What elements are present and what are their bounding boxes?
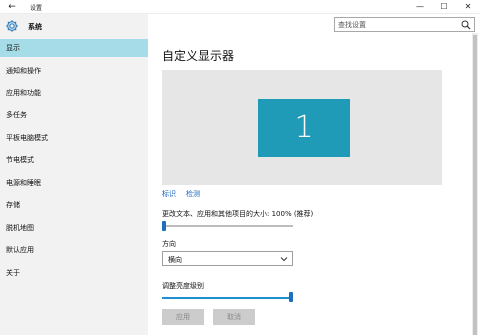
search-box[interactable] bbox=[334, 17, 475, 32]
search-input[interactable] bbox=[338, 19, 456, 30]
back-button[interactable]: ← bbox=[6, 1, 18, 13]
monitor-tile[interactable]: 1 bbox=[258, 99, 350, 157]
orientation-dropdown[interactable]: 横向 bbox=[162, 251, 293, 266]
sidebar-item-tablet-mode[interactable]: 平板电脑模式 bbox=[0, 129, 148, 147]
scale-slider-thumb[interactable] bbox=[162, 221, 166, 231]
orientation-value: 横向 bbox=[168, 256, 182, 264]
sidebar-item-power-sleep[interactable]: 电源和睡眠 bbox=[0, 174, 148, 192]
search-icon[interactable] bbox=[461, 20, 471, 30]
sidebar-item-apps[interactable]: 应用和功能 bbox=[0, 84, 148, 102]
sidebar-header: 系统 bbox=[0, 14, 148, 38]
sidebar-item-about[interactable]: 关于 bbox=[0, 264, 148, 282]
title-bar: ← 设置 — ☐ ✕ bbox=[0, 0, 480, 14]
maximize-button[interactable]: ☐ bbox=[432, 0, 456, 14]
close-button[interactable]: ✕ bbox=[456, 0, 480, 14]
brightness-slider-track[interactable] bbox=[162, 297, 289, 299]
scrollbar-thumb[interactable] bbox=[473, 35, 477, 335]
window-title: 设置 bbox=[30, 5, 43, 12]
brightness-slider-thumb[interactable] bbox=[289, 292, 293, 302]
sidebar-item-storage[interactable]: 存储 bbox=[0, 196, 148, 214]
display-preview: 1 bbox=[162, 70, 442, 185]
chevron-down-icon bbox=[280, 255, 288, 263]
apply-button[interactable]: 应用 bbox=[162, 309, 204, 325]
cancel-button[interactable]: 取消 bbox=[213, 309, 255, 325]
sidebar-item-display[interactable]: 显示 bbox=[0, 39, 148, 57]
sidebar-title: 系统 bbox=[28, 23, 42, 31]
minimize-button[interactable]: — bbox=[408, 0, 432, 14]
sidebar-item-notifications[interactable]: 通知和操作 bbox=[0, 62, 148, 80]
sidebar-item-default-apps[interactable]: 默认应用 bbox=[0, 241, 148, 259]
page-title: 自定义显示器 bbox=[162, 49, 235, 63]
scrollbar[interactable] bbox=[472, 33, 478, 335]
detect-link[interactable]: 检测 bbox=[186, 189, 200, 199]
sidebar-item-battery-saver[interactable]: 节电模式 bbox=[0, 151, 148, 169]
sidebar-item-offline-maps[interactable]: 脱机地图 bbox=[0, 219, 148, 237]
gear-icon bbox=[5, 19, 19, 33]
orientation-label: 方向 bbox=[162, 240, 176, 248]
brightness-label: 调整亮度级别 bbox=[162, 282, 204, 290]
identify-link[interactable]: 标识 bbox=[162, 189, 176, 199]
scale-slider-track[interactable] bbox=[162, 225, 293, 227]
sidebar-item-multitasking[interactable]: 多任务 bbox=[0, 106, 148, 124]
sidebar: 系统 显示 通知和操作 应用和功能 多任务 平板电脑模式 节电模式 电源和睡眠 … bbox=[0, 14, 148, 335]
scale-label: 更改文本、应用和其他项目的大小: 100% (推荐) bbox=[162, 210, 314, 218]
